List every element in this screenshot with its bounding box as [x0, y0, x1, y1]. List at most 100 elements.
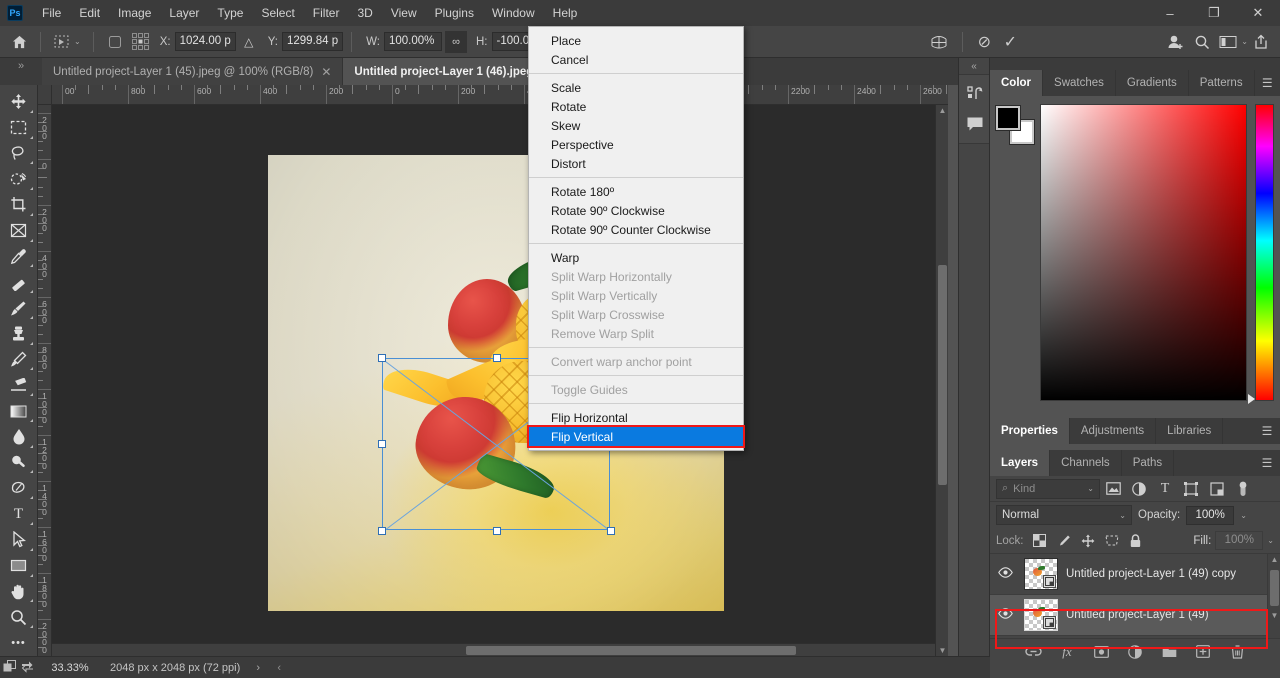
- chevron-down-icon[interactable]: ⌄: [1119, 511, 1126, 520]
- layer-thumbnail[interactable]: [1024, 558, 1058, 590]
- menu-item-perspective[interactable]: Perspective: [529, 135, 743, 154]
- new-group-icon[interactable]: [1160, 642, 1178, 662]
- transform-handle-tl[interactable]: [378, 354, 386, 362]
- lock-artboard-nesting-icon[interactable]: [1102, 531, 1122, 551]
- close-icon[interactable]: ✕: [321, 65, 331, 79]
- gradient-tool[interactable]: [3, 398, 35, 424]
- move-tool[interactable]: [3, 89, 35, 115]
- menu-item-rotate-90-clockwise[interactable]: Rotate 90º Clockwise: [529, 201, 743, 220]
- minimize-button[interactable]: –: [1148, 0, 1192, 26]
- opacity-input[interactable]: 100%: [1186, 506, 1234, 525]
- add-person-icon[interactable]: [1163, 30, 1189, 54]
- saturation-value-field[interactable]: [1040, 104, 1247, 401]
- search-icon[interactable]: [1189, 30, 1215, 54]
- path-selection-tool[interactable]: [3, 527, 35, 553]
- menu-item-flip-horizontal[interactable]: Flip Horizontal: [529, 408, 743, 427]
- chevron-down-icon[interactable]: ⌄: [74, 37, 81, 46]
- layer-thumbnail[interactable]: [1024, 599, 1058, 631]
- pen-tool[interactable]: [3, 475, 35, 501]
- eyedropper-tool[interactable]: [3, 244, 35, 270]
- panel-menu-icon[interactable]: ☰: [1254, 418, 1280, 444]
- scroll-down-arrow-icon[interactable]: ▼: [1268, 611, 1280, 620]
- layer-visibility-toggle-icon[interactable]: [994, 567, 1016, 581]
- transform-handle-br[interactable]: [607, 527, 615, 535]
- frame-tool[interactable]: [3, 218, 35, 244]
- transform-handle-bl[interactable]: [378, 527, 386, 535]
- menu-item-scale[interactable]: Scale: [529, 78, 743, 97]
- hand-tool[interactable]: [3, 579, 35, 605]
- type-tool[interactable]: T: [3, 501, 35, 527]
- commit-transform-icon[interactable]: ✓: [997, 30, 1023, 54]
- canvas-vertical-scrollbar[interactable]: ▲ ▼: [935, 105, 948, 656]
- vertical-ruler[interactable]: 2000200400600800100012001400160018002000…: [38, 105, 52, 656]
- new-layer-icon[interactable]: [1194, 642, 1212, 662]
- object-selection-tool[interactable]: [3, 166, 35, 192]
- workspace-layout-icon[interactable]: [1215, 30, 1241, 54]
- filter-toggle-icon[interactable]: [1230, 478, 1256, 500]
- menu-file[interactable]: File: [33, 2, 70, 24]
- layer-row[interactable]: Untitled project-Layer 1 (49) copy: [990, 554, 1280, 595]
- canvas-horizontal-scrollbar[interactable]: [52, 643, 935, 656]
- menu-edit[interactable]: Edit: [70, 2, 109, 24]
- layer-style-fx-icon[interactable]: fx: [1058, 642, 1076, 662]
- healing-brush-tool[interactable]: [3, 269, 35, 295]
- tab-color[interactable]: Color: [990, 70, 1043, 96]
- menu-select[interactable]: Select: [252, 2, 303, 24]
- horizontal-ruler[interactable]: 0080060040020002004006008001000220024002…: [52, 85, 948, 105]
- scroll-up-arrow-icon[interactable]: ▲: [1268, 555, 1280, 564]
- transform-handle-bc[interactable]: [493, 527, 501, 535]
- width-input[interactable]: 100.00%: [384, 32, 442, 51]
- layers-scrollbar[interactable]: ▲ ▼: [1267, 554, 1280, 638]
- menu-item-distort[interactable]: Distort: [529, 154, 743, 173]
- foreground-color-swatch[interactable]: [996, 106, 1020, 130]
- menu-filter[interactable]: Filter: [304, 2, 349, 24]
- bounding-box-icon[interactable]: [102, 30, 128, 54]
- home-icon[interactable]: [6, 30, 32, 54]
- blur-tool[interactable]: [3, 424, 35, 450]
- scroll-down-arrow-icon[interactable]: ▼: [936, 646, 949, 655]
- menu-item-rotate[interactable]: Rotate: [529, 97, 743, 116]
- duplicate-document-icon[interactable]: [0, 660, 18, 676]
- brush-tool[interactable]: [3, 295, 35, 321]
- warp-mesh-icon[interactable]: [924, 30, 954, 54]
- delete-layer-icon[interactable]: [1228, 642, 1246, 662]
- link-layers-icon[interactable]: [1024, 642, 1042, 662]
- menu-item-flip-vertical[interactable]: Flip Vertical: [529, 427, 743, 446]
- arrange-documents-icon[interactable]: [18, 660, 36, 676]
- cancel-transform-icon[interactable]: ⊘: [971, 30, 997, 54]
- layer-visibility-toggle-icon[interactable]: [994, 608, 1016, 622]
- document-tab-1[interactable]: Untitled project-Layer 1 (45).jpeg @ 100…: [42, 58, 343, 85]
- horizontal-scroll-thumb[interactable]: [466, 646, 796, 655]
- share-export-icon[interactable]: [1248, 30, 1274, 54]
- panel-menu-icon[interactable]: ☰: [1254, 450, 1280, 476]
- x-input[interactable]: 1024.00 p: [175, 32, 236, 51]
- y-input[interactable]: 1299.84 p: [282, 32, 343, 51]
- hue-slider[interactable]: [1255, 104, 1274, 401]
- menu-item-rotate-180[interactable]: Rotate 180º: [529, 182, 743, 201]
- menu-plugins[interactable]: Plugins: [426, 2, 483, 24]
- menu-window[interactable]: Window: [483, 2, 544, 24]
- expand-tabs-icon[interactable]: »: [0, 58, 42, 85]
- menu-item-rotate-90-counter-clockwise[interactable]: Rotate 90º Counter Clockwise: [529, 220, 743, 239]
- menu-image[interactable]: Image: [109, 2, 160, 24]
- rectangular-marquee-tool[interactable]: [3, 115, 35, 141]
- lasso-tool[interactable]: [3, 141, 35, 167]
- lock-position-icon[interactable]: [1078, 531, 1098, 551]
- blend-mode-select[interactable]: Normal ⌄: [996, 505, 1132, 525]
- comments-icon[interactable]: [959, 109, 991, 139]
- hue-slider-marker[interactable]: [1248, 394, 1255, 404]
- menu-item-cancel[interactable]: Cancel: [529, 50, 743, 69]
- tab-libraries[interactable]: Libraries: [1156, 418, 1223, 444]
- scroll-up-arrow-icon[interactable]: ▲: [936, 106, 949, 115]
- tab-properties[interactable]: Properties: [990, 418, 1070, 444]
- adjustment-layer-filter-icon[interactable]: [1126, 478, 1152, 500]
- dodge-tool[interactable]: [3, 450, 35, 476]
- zoom-level-input[interactable]: 33.33%: [36, 662, 104, 674]
- reference-point-grid-icon[interactable]: [128, 30, 154, 54]
- layer-row[interactable]: Untitled project-Layer 1 (49): [990, 595, 1280, 636]
- tab-gradients[interactable]: Gradients: [1116, 70, 1189, 96]
- fill-input[interactable]: 100%: [1215, 531, 1263, 550]
- menu-view[interactable]: View: [382, 2, 426, 24]
- fill-chevron-down-icon[interactable]: ⌄: [1267, 536, 1274, 545]
- smart-object-filter-icon[interactable]: [1204, 478, 1230, 500]
